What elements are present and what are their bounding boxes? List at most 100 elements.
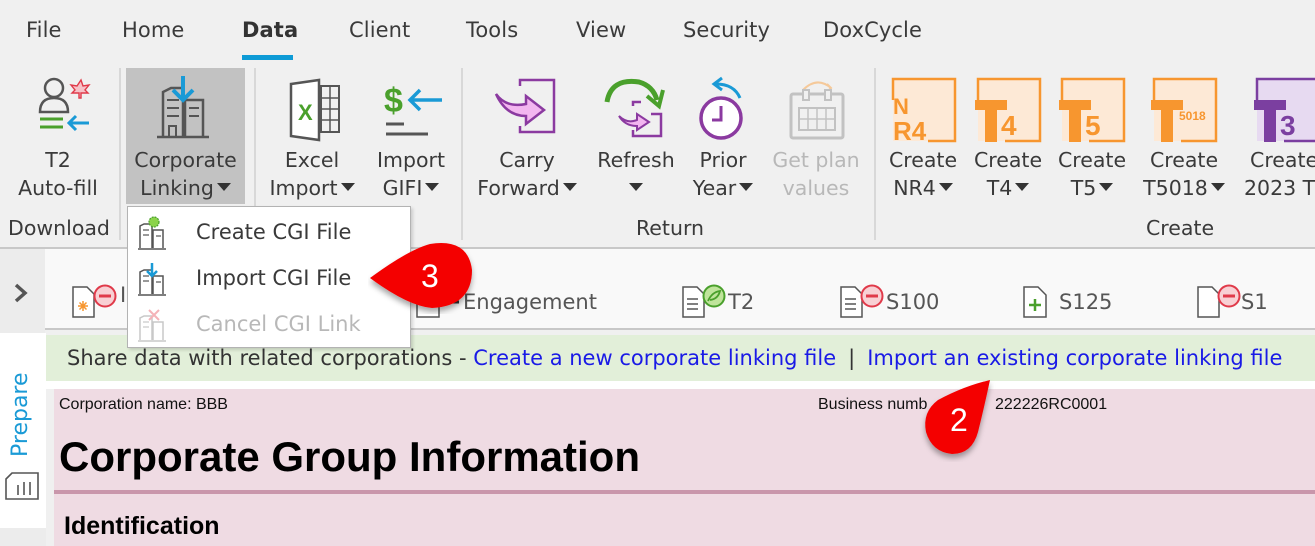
sidebar-expand-button[interactable] — [0, 249, 45, 333]
person-maple-leaf-import-icon — [38, 77, 91, 132]
create-nr4-label-1: Create — [888, 148, 958, 172]
excel-import-label-2: Import — [269, 176, 338, 200]
business-number-label: Business numb — [818, 396, 928, 413]
doc-tab-label: S100 — [886, 290, 940, 314]
refresh-button[interactable]: Refresh — [592, 68, 680, 208]
side-panel-footer — [0, 528, 46, 546]
refresh-icon — [604, 78, 665, 138]
create-t5018-label-1: Create — [1149, 148, 1219, 172]
chevron-down-icon — [938, 183, 953, 191]
create-t3-label-2: 2023 T3 — [1244, 176, 1315, 200]
create-t4-label-1: Create — [973, 148, 1043, 172]
create-t5-label-1: Create — [1057, 148, 1127, 172]
t5-form-icon: 5 — [1059, 77, 1126, 143]
t3-form-icon: 3 — [1254, 77, 1315, 143]
spacer — [46, 381, 1315, 389]
tab-security[interactable]: Security — [683, 18, 770, 42]
doc-tab-s1[interactable]: S1 — [1195, 284, 1268, 324]
create-t3-button[interactable]: 3 Create 2023 T3 — [1240, 68, 1315, 208]
doc-signed-icon — [682, 284, 726, 318]
section-heading: Identification — [64, 512, 220, 540]
get-plan-values-button[interactable]: Get plan values — [766, 68, 866, 208]
building-import-icon — [138, 263, 166, 296]
active-tab-indicator — [242, 55, 293, 60]
create-t3-label-1: Create — [1250, 148, 1315, 172]
chevron-down-icon — [562, 183, 577, 191]
tab-tools[interactable]: Tools — [466, 18, 518, 42]
prior-year-label-2: Year — [692, 176, 737, 200]
carry-forward-icon — [494, 78, 556, 134]
doc-tab-t2[interactable]: T2 — [680, 284, 754, 324]
create-nr4-button[interactable]: N R4 Create NR4 — [884, 68, 962, 208]
t4-form-icon: 4 — [975, 77, 1042, 143]
create-t4-label-2: T4 — [986, 176, 1013, 200]
svg-text:3: 3 — [1280, 110, 1296, 141]
t5018-form-icon: 5018 — [1151, 77, 1218, 143]
svg-text:X: X — [298, 100, 313, 125]
side-panel-prepare-tab[interactable]: Prepare — [8, 372, 33, 457]
group-label-create: Create — [1145, 216, 1215, 240]
get-plan-values-label-2: values — [782, 176, 850, 200]
callout-2: 2 — [920, 378, 1004, 462]
excel-icon: X — [289, 78, 340, 142]
doc-tab-i[interactable]: I — [70, 283, 126, 324]
clock-back-icon — [699, 76, 743, 140]
import-gifi-button[interactable]: $ Import GIFI — [366, 68, 456, 208]
doc-tab-s125[interactable]: S125 — [1022, 284, 1112, 324]
info-bar-separator: | — [848, 346, 856, 370]
dollar-import-icon: $ — [384, 82, 442, 136]
t2-autofill-label-1: T2 — [45, 148, 71, 172]
excel-import-label-1: Excel — [284, 148, 340, 172]
building-download-icon — [156, 76, 209, 139]
create-t4-button[interactable]: 4 Create T4 — [968, 68, 1048, 208]
svg-text:5018: 5018 — [1179, 109, 1206, 123]
chevron-down-icon — [739, 183, 754, 191]
svg-text:4: 4 — [1001, 110, 1017, 141]
doc-tab-label: S1 — [1241, 290, 1268, 314]
get-plan-values-label-1: Get plan — [772, 148, 860, 172]
page-title: Corporate Group Information — [59, 433, 640, 480]
excel-import-button[interactable]: X Excel Import — [262, 68, 362, 208]
business-number-value: 222226RC0001 — [995, 396, 1108, 413]
doc-add-icon — [1023, 286, 1047, 318]
doc-error-icon — [72, 284, 117, 318]
menu-item-label: Cancel CGI Link — [196, 312, 361, 336]
doc-tab-label: I — [120, 283, 127, 307]
import-gifi-label-1: Import — [376, 148, 446, 172]
chevron-down-icon — [1210, 183, 1225, 191]
svg-text:5: 5 — [1085, 110, 1101, 141]
tab-client[interactable]: Client — [349, 18, 410, 42]
create-linking-file-link[interactable]: Create a new corporate linking file — [473, 346, 836, 370]
create-t5-button[interactable]: 5 Create T5 — [1052, 68, 1132, 208]
corporate-linking-label-2: Linking — [140, 176, 214, 200]
corporate-linking-button[interactable]: Corporate Linking — [126, 68, 245, 204]
callout-3: 3 — [368, 240, 478, 314]
calendar-icon — [789, 81, 845, 140]
carry-forward-label-2: Forward — [477, 176, 560, 200]
building-cancel-icon — [138, 309, 166, 342]
building-new-icon — [138, 216, 166, 250]
group-separator — [461, 68, 463, 240]
chevron-right-icon — [14, 283, 28, 303]
tab-home[interactable]: Home — [122, 18, 184, 42]
corporate-linking-label-1: Corporate — [134, 148, 237, 172]
app-window: File Home Data Client Tools View Securit… — [0, 0, 1315, 546]
group-label-download: Download — [8, 216, 110, 240]
import-linking-file-link[interactable]: Import an existing corporate linking fil… — [867, 346, 1282, 370]
import-gifi-label-2: GIFI — [382, 176, 423, 200]
tab-file[interactable]: File — [26, 18, 62, 42]
nr4-form-icon: N R4 — [891, 77, 957, 144]
tab-data[interactable]: Data — [242, 18, 298, 42]
menu-item-label: Create CGI File — [196, 220, 352, 244]
corporation-name: Corporation name: BBB — [59, 396, 228, 413]
doc-tab-s100[interactable]: S100 — [838, 284, 939, 324]
carry-forward-button[interactable]: Carry Forward — [470, 68, 584, 208]
group-label-return: Return — [635, 216, 705, 240]
create-t5018-button[interactable]: 5018 Create T5018 — [1138, 68, 1230, 208]
prior-year-button[interactable]: Prior Year — [686, 68, 760, 208]
callout-number: 2 — [950, 402, 968, 438]
t2-autofill-button[interactable]: T2 Auto-fill — [4, 68, 112, 208]
tab-view[interactable]: View — [576, 18, 626, 42]
tab-doxcycle[interactable]: DoxCycle — [823, 18, 922, 42]
menu-item-label: Import CGI File — [196, 266, 352, 290]
